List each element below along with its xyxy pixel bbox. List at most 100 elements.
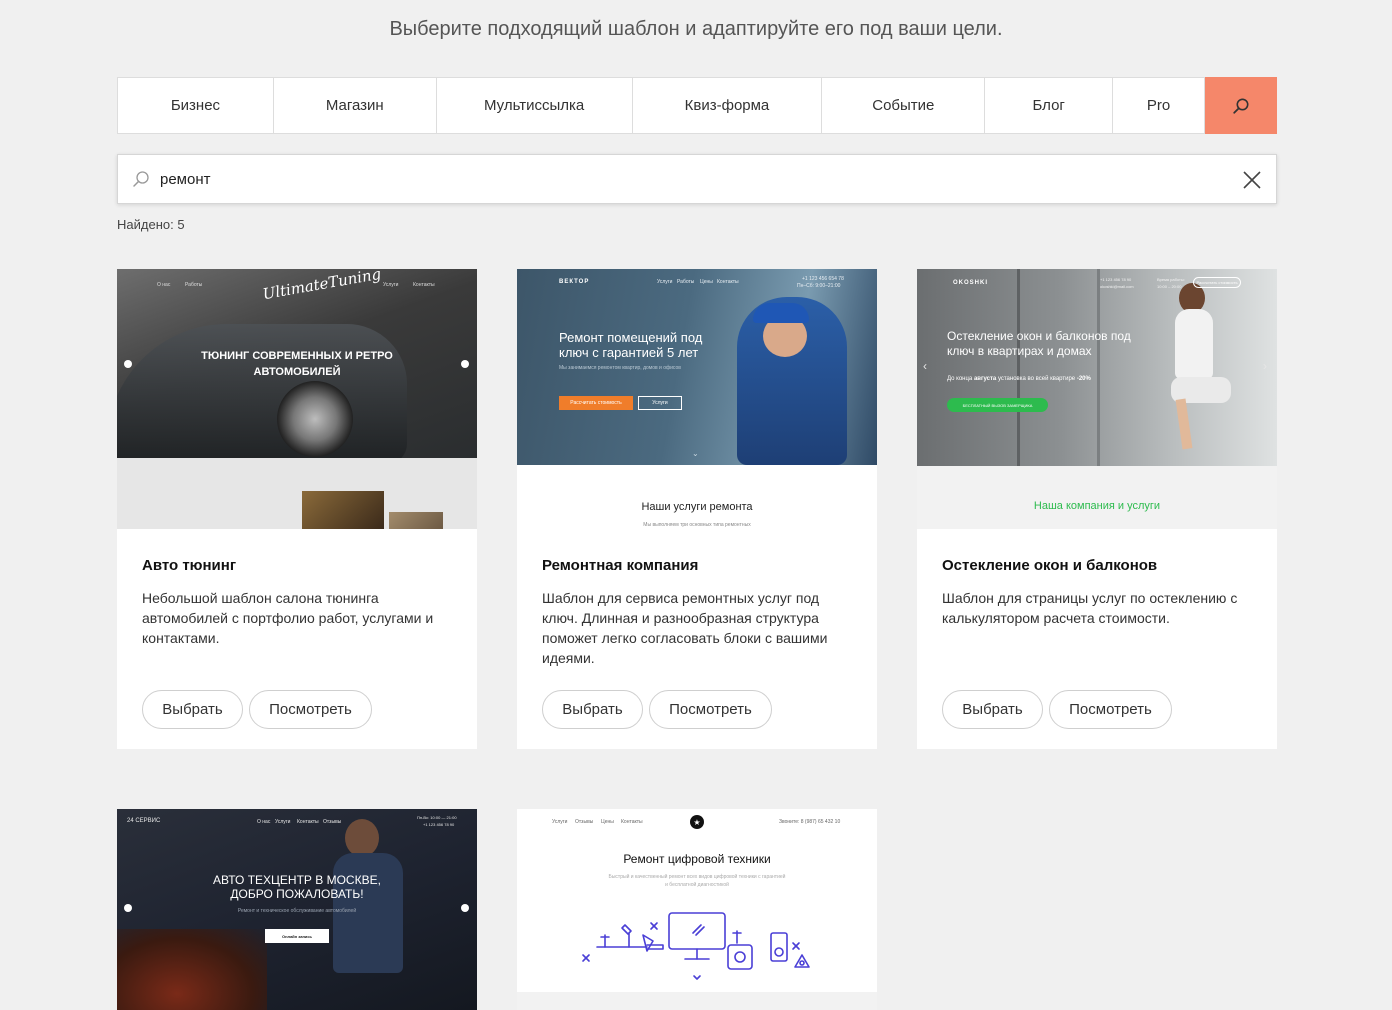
view-button[interactable]: Посмотреть [1049,690,1172,729]
preview-subtext: Мы занимаемся ремонтом квартир, домов и … [559,365,681,371]
preview-phone: +1 123 456 78 90 [1100,277,1132,282]
preview-headline: ТЮНИНГ СОВРЕМЕННЫХ И РЕТРО АВТОМОБИЛЕЙ [201,350,393,378]
preview-menu-item: Услуги [275,819,291,825]
preview-phone: +1 123 456 654 78 [802,276,844,282]
template-preview[interactable]: ВЕКТОР Услуги Работы Цены Контакты +1 12… [517,269,877,529]
preview-menu-item: О нас [257,819,271,825]
card-body: Авто тюнинг Небольшой шаблон салона тюни… [117,529,477,749]
preview-headline: Ремонт помещений под ключ с гарантией 5 … [559,330,703,360]
preview-headline: Ремонт цифровой техники [623,852,771,866]
scroll-down-icon: ⌄ [692,449,699,458]
preview-menu-item: Работы [677,279,695,285]
view-button[interactable]: Посмотреть [649,690,772,729]
preview-logo: ВЕКТОР [559,279,590,285]
preview-menu-item: Цены [601,819,614,825]
preview-section-title: Наша компания и услуги [1033,500,1161,512]
preview-button: Рассчитать стоимость [559,396,633,410]
preview-callback-button: Рассчитать стоимость [1193,277,1241,288]
prev-slide-icon [124,904,132,912]
category-multilink[interactable]: Мультиссылка [437,78,633,133]
preview-subtext: Быстрый и качественный ремонт всех видов… [608,874,786,888]
preview-menu-item: Контакты [413,282,435,288]
template-preview[interactable]: Услуги Отзывы Цены Контакты ★ Звоните: 8… [517,809,877,1010]
select-button[interactable]: Выбрать [942,690,1043,729]
card-title: Остекление окон и балконов [942,557,1158,574]
category-quiz[interactable]: Квиз-форма [633,78,823,133]
preview-menu-item: Отзывы [575,819,594,825]
preview-menu-item: Контакты [621,819,643,825]
card-actions: Выбрать Посмотреть [142,690,372,729]
preview-menu-item: Контакты [297,819,319,825]
card-description: Небольшой шаблон салона тюнинга автомоби… [142,590,434,646]
search-icon [133,171,149,187]
template-preview[interactable]: OKOSHKI +1 123 456 78 90 okoshki@mail.co… [917,269,1277,529]
template-card: 24 СЕРВИС О нас Услуги Контакты Отзывы П… [117,809,477,1010]
preview-headline: АВТО ТЕХЦЕНТР В МОСКВЕ, ДОБРО ПОЖАЛОВАТЬ… [213,873,381,901]
preview-section-subtitle: Мы выполняем три основных типа ремонтных [643,522,751,528]
select-button[interactable]: Выбрать [142,690,243,729]
logo-star-icon: ★ [690,815,704,829]
preview-logo: 24 СЕРВИС [127,818,161,824]
category-blog[interactable]: Блог [985,78,1114,133]
preview-promo-pre: До конца [947,376,973,382]
select-button[interactable]: Выбрать [542,690,643,729]
preview-phone: Звоните: 8 (987) 65 432 10 [779,819,841,825]
template-card: Услуги Отзывы Цены Контакты ★ Звоните: 8… [517,809,877,1010]
card-body: Ремонтная компания Шаблон для сервиса ре… [517,529,877,749]
prev-slide-icon: ‹ [923,359,927,373]
template-preview[interactable]: 24 СЕРВИС О нас Услуги Контакты Отзывы П… [117,809,477,1010]
search-toggle-button[interactable] [1205,77,1277,134]
preview-subtext: Ремонт и техническое обслуживание автомо… [237,908,357,914]
card-description: Шаблон для сервиса ремонтных услуг под к… [542,590,828,666]
category-tabs: Бизнес Магазин Мультиссылка Квиз-форма С… [117,77,1277,134]
template-preview[interactable]: UltimateTuning О нас Работы Услуги Конта… [117,269,477,529]
card-description: Шаблон для страницы услуг по остеклению … [942,590,1238,626]
search-box [117,154,1277,204]
preview-menu-item: Услуги [552,819,568,825]
template-card: OKOSHKI +1 123 456 78 90 okoshki@mail.co… [917,269,1277,749]
next-slide-icon [461,360,469,368]
search-input[interactable] [160,164,1200,194]
preview-headline: Остекление окон и балконов под ключ в кв… [947,329,1131,358]
search-icon [1233,98,1249,114]
prev-slide-icon [124,360,132,368]
page-subtitle: Выберите подходящий шаблон и адаптируйте… [389,18,1003,40]
preview-promo-month: августа [973,376,997,382]
preview-menu-item: Услуги [383,282,399,288]
preview-phone: +1 123 456 78 90 [423,822,455,827]
preview-menu-item: Цены [700,279,713,285]
view-button[interactable]: Посмотреть [249,690,372,729]
category-shop[interactable]: Магазин [274,78,437,133]
preview-button: Онлайн запись [265,929,329,943]
preview-hours-label: Время работы: [1157,277,1185,282]
card-actions: Выбрать Посмотреть [542,690,772,729]
next-slide-icon [461,904,469,912]
next-slide-icon: › [1263,359,1267,373]
category-pro[interactable]: Pro [1113,78,1206,133]
card-actions: Выбрать Посмотреть [942,690,1172,729]
preview-promo-post: установка во всей квартире [997,376,1076,382]
preview-menu-item: Контакты [717,279,739,285]
preview-promo: До конца августа установка во всей кварт… [947,376,1091,382]
preview-email: okoshki@mail.com [1100,284,1134,289]
card-title: Авто тюнинг [142,557,237,574]
card-title: Ремонтная компания [542,557,699,574]
card-body: Остекление окон и балконов Шаблон для ст… [917,529,1277,749]
devices-illustration [582,912,810,980]
category-event[interactable]: Событие [822,78,986,133]
preview-menu-item: О нас [157,282,171,288]
preview-hours: Пн-Вс: 10:00 — 21:00 [417,815,457,820]
preview-logo: OKOSHKI [953,280,989,286]
preview-button: Услуги [638,396,682,410]
preview-cta-button: БЕСПЛАТНЫЙ ВЫЗОВ ЗАМЕРЩИКА [947,398,1048,412]
preview-menu-item: Работы [185,282,203,288]
preview-menu-item: Услуги [657,279,673,285]
results-count: Найдено: 5 [117,217,185,232]
template-card: ВЕКТОР Услуги Работы Цены Контакты +1 12… [517,269,877,749]
preview-hours: Пн–Сб: 9:00–21:00 [797,283,841,289]
clear-search-icon[interactable] [1240,168,1264,192]
preview-promo-percent: -20% [1076,376,1091,382]
preview-menu-item: Отзывы [323,819,342,825]
category-business[interactable]: Бизнес [118,78,274,133]
template-card: UltimateTuning О нас Работы Услуги Конта… [117,269,477,749]
